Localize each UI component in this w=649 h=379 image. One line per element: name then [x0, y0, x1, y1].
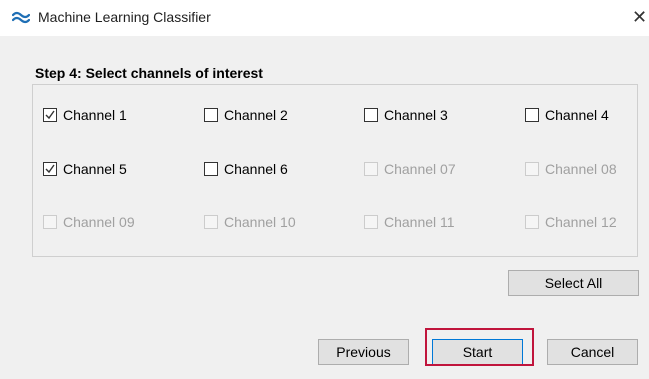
checkbox-empty-icon — [43, 215, 57, 229]
channel-label: Channel 09 — [63, 214, 135, 230]
channel-checkbox: Channel 09 — [43, 212, 135, 232]
close-button[interactable]: ✕ — [632, 6, 649, 28]
channel-label: Channel 11 — [384, 214, 455, 230]
previous-button[interactable]: Previous — [318, 339, 409, 365]
dialog-client-area: Step 4: Select channels of interest Chan… — [0, 36, 649, 379]
select-all-button[interactable]: Select All — [508, 270, 639, 296]
channel-checkbox: Channel 10 — [204, 212, 296, 232]
wave-logo-icon — [12, 11, 30, 24]
channel-label: Channel 3 — [384, 107, 448, 123]
channel-label: Channel 5 — [63, 161, 127, 177]
checkbox-empty-icon[interactable] — [525, 108, 539, 122]
checkbox-empty-icon — [364, 215, 378, 229]
channel-label: Channel 2 — [224, 107, 288, 123]
channel-checkbox[interactable]: Channel 3 — [364, 105, 448, 125]
channel-label: Channel 12 — [545, 214, 617, 230]
channel-label: Channel 10 — [224, 214, 296, 230]
checkbox-empty-icon[interactable] — [204, 108, 218, 122]
checkbox-empty-icon — [204, 215, 218, 229]
channel-label: Channel 08 — [545, 161, 617, 177]
checkbox-empty-icon — [525, 215, 539, 229]
checkbox-checked-icon[interactable] — [43, 108, 57, 122]
cancel-button[interactable]: Cancel — [547, 339, 638, 365]
window-title: Machine Learning Classifier — [38, 9, 211, 25]
checkbox-checked-icon[interactable] — [43, 162, 57, 176]
channel-checkbox[interactable]: Channel 5 — [43, 159, 127, 179]
checkbox-empty-icon[interactable] — [204, 162, 218, 176]
channel-checkbox: Channel 08 — [525, 159, 617, 179]
checkbox-empty-icon — [525, 162, 539, 176]
channel-label: Channel 07 — [384, 161, 456, 177]
checkbox-empty-icon[interactable] — [364, 108, 378, 122]
channel-checkbox[interactable]: Channel 1 — [43, 105, 127, 125]
channel-label: Channel 1 — [63, 107, 127, 123]
checkbox-empty-icon — [364, 162, 378, 176]
start-highlight-box — [425, 328, 534, 366]
channel-checkbox[interactable]: Channel 2 — [204, 105, 288, 125]
title-bar: Machine Learning Classifier ✕ — [0, 0, 649, 36]
channel-checkbox[interactable]: Channel 4 — [525, 105, 609, 125]
step-title: Step 4: Select channels of interest — [35, 65, 263, 81]
channel-label: Channel 4 — [545, 107, 609, 123]
close-icon: ✕ — [632, 7, 648, 27]
channel-checkbox: Channel 11 — [364, 212, 455, 232]
channel-checkbox: Channel 07 — [364, 159, 456, 179]
channel-checkbox[interactable]: Channel 6 — [204, 159, 288, 179]
channel-label: Channel 6 — [224, 161, 288, 177]
channel-checkbox: Channel 12 — [525, 212, 617, 232]
